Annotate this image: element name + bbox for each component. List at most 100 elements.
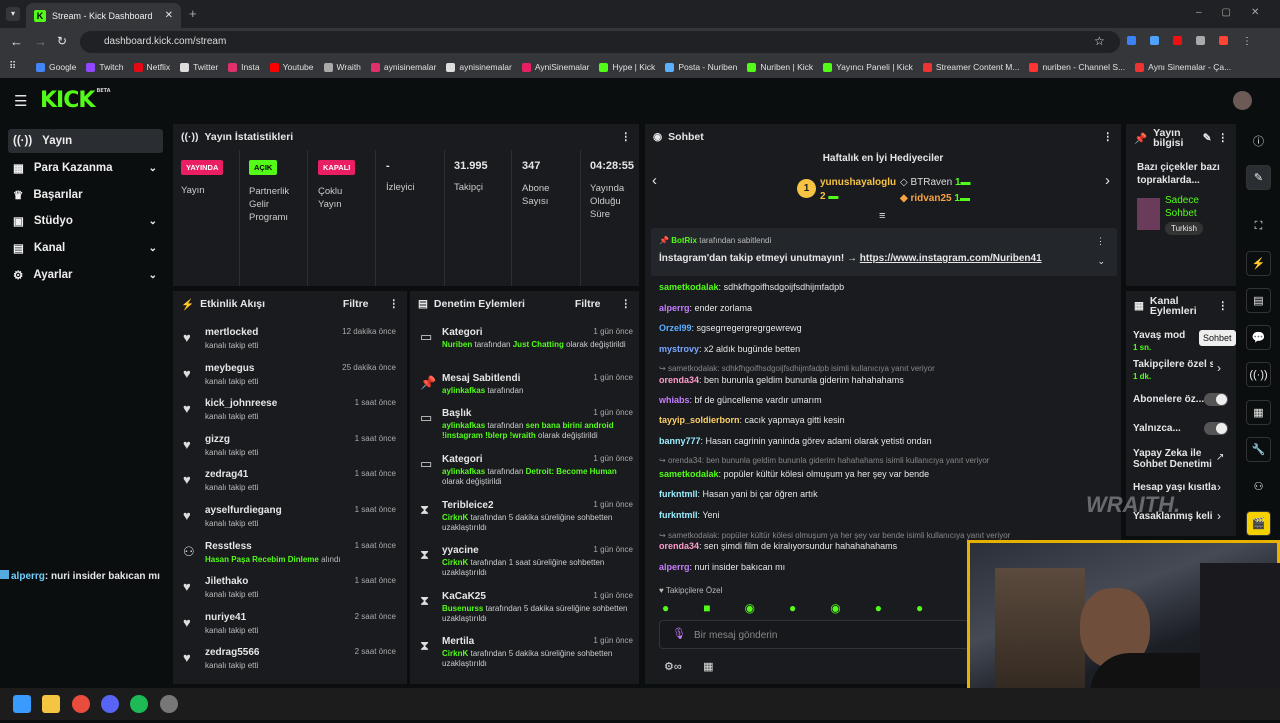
chevron-down-icon[interactable]: ⌄: [1097, 256, 1105, 267]
document-icon[interactable]: ▤: [1246, 288, 1271, 313]
close-tab-icon[interactable]: ✕: [165, 10, 173, 21]
back-icon[interactable]: ←: [10, 34, 23, 49]
sidebar-item-para-kazanma[interactable]: ▦ Para Kazanma ⌄: [8, 156, 163, 180]
clapper-icon[interactable]: 🎬: [1246, 511, 1271, 536]
windows-start-icon[interactable]: [13, 695, 31, 713]
chrome-icon[interactable]: [72, 695, 90, 713]
bookmark-item[interactable]: aynisinemalar: [446, 62, 512, 72]
subscribers-only-mode[interactable]: Abonelere öz...: [1133, 394, 1204, 405]
bookmark-item[interactable]: Twitter: [180, 62, 218, 72]
new-tab-icon[interactable]: +: [189, 6, 197, 21]
kick-logo[interactable]: KICK BETA: [40, 88, 111, 113]
chat-message[interactable]: orenda34: ben bununla geldim bununla gid…: [659, 375, 904, 385]
avatar[interactable]: [1233, 91, 1252, 110]
more-icon[interactable]: ⋮: [389, 298, 400, 310]
chevron-right-icon[interactable]: ›: [1105, 172, 1110, 189]
sidebar-item-yayin[interactable]: ((·)) Yayın: [8, 129, 163, 153]
moderator-icon[interactable]: ⚇: [1246, 474, 1271, 499]
ai-moderation[interactable]: Yapay Zeka ile Sohbet Denetimi: [1133, 448, 1213, 470]
lightning-icon[interactable]: ⚡: [1246, 251, 1271, 276]
chevron-right-icon[interactable]: ›: [1217, 480, 1221, 494]
broadcast-icon[interactable]: ((·)): [1246, 362, 1271, 387]
sidebar-item-basarilar[interactable]: ♛ Başarılar: [8, 183, 163, 207]
bookmark-item[interactable]: Google: [36, 62, 76, 72]
more-icon[interactable]: ⋮: [1096, 236, 1105, 247]
info-icon[interactable]: ⓘ: [1246, 128, 1271, 153]
menu-icon[interactable]: ☰: [14, 92, 27, 110]
bookmark-item[interactable]: Insta: [228, 62, 260, 72]
tab-search-icon[interactable]: ▾: [6, 7, 20, 21]
bookmark-item[interactable]: nuriben - Channel S...: [1029, 62, 1125, 72]
collapse-icon[interactable]: ≡: [879, 210, 885, 222]
more-icon[interactable]: ⋮: [621, 131, 632, 143]
pinned-link[interactable]: https://www.instagram.com/Nuriben41: [860, 253, 1042, 264]
chat-message[interactable]: sametkodalak: popüler kültür kölesi olmu…: [659, 469, 929, 479]
chat-message[interactable]: tayyip_soldierborn: cacık yapmaya gitti …: [659, 415, 845, 425]
more-icon[interactable]: ⋮: [1218, 300, 1229, 312]
forward-icon[interactable]: →: [34, 34, 47, 49]
bookmark-item[interactable]: Youtube: [269, 62, 314, 72]
bookmark-item[interactable]: Aynı Sinemalar - Ça...: [1135, 62, 1231, 72]
edit-icon[interactable]: ✎: [1203, 132, 1212, 144]
window-controls[interactable]: –▢✕: [1196, 7, 1279, 18]
emote-row[interactable]: ● ■ ◉ ● ◉ ● ●: [662, 601, 923, 615]
sidebar-item-ayarlar[interactable]: ⚙ Ayarlar ⌄: [8, 263, 163, 287]
bookmark-item[interactable]: Streamer Content M...: [922, 62, 1019, 72]
chevron-right-icon[interactable]: ›: [1217, 361, 1221, 375]
pin-icon: 📌: [420, 375, 437, 390]
expand-icon[interactable]: ⛶: [1246, 214, 1271, 239]
chat-tools[interactable]: ⚙∞ ▦: [664, 660, 714, 673]
browser-tab[interactable]: K Stream - Kick Dashboard ✕: [26, 3, 181, 28]
reload-icon[interactable]: ↻: [57, 34, 67, 48]
chat-message[interactable]: alperrg: nuri insider bakıcan mı: [659, 562, 785, 572]
chevron-left-icon[interactable]: ‹: [652, 172, 657, 189]
chat-message[interactable]: furkntmll: Yeni: [659, 510, 720, 520]
chat-message[interactable]: alperrg: ender zorlama: [659, 303, 752, 313]
chevron-right-icon[interactable]: ›: [1217, 509, 1221, 523]
chat-message[interactable]: mystrovy: x2 aldık bugünde betten: [659, 344, 800, 354]
emote-only-mode[interactable]: Yalnızca...: [1133, 423, 1181, 434]
url-field[interactable]: dashboard.kick.com/stream: [80, 31, 1120, 53]
microphone-icon[interactable]: 🎙: [672, 627, 686, 640]
chat-icon[interactable]: 💬: [1246, 325, 1271, 350]
bookmark-item[interactable]: Posta - Nuriben: [665, 62, 737, 72]
bookmark-item[interactable]: AyniSinemalar: [521, 62, 589, 72]
wrench-icon[interactable]: 🔧: [1246, 437, 1271, 462]
external-link-icon[interactable]: ↗: [1216, 452, 1224, 463]
chat-message[interactable]: whiabs: bf de güncelleme vardır umarım: [659, 395, 822, 405]
file-explorer-icon[interactable]: [42, 695, 60, 713]
channel-icon[interactable]: ▦: [1246, 400, 1271, 425]
more-icon[interactable]: ⋮: [1218, 132, 1229, 144]
sidebar-item-studyo[interactable]: ▣ Stüdyo ⌄: [8, 209, 163, 233]
chat-message[interactable]: furkntmll: Hasan yani bi çar öğren artık: [659, 489, 818, 499]
bookmark-item[interactable]: aynisinemalar: [370, 62, 436, 72]
sidebar-item-kanal[interactable]: ▤ Kanal ⌄: [8, 236, 163, 260]
apps-icon[interactable]: ⠿: [9, 61, 16, 72]
toggle[interactable]: [1204, 422, 1228, 435]
chat-message[interactable]: orenda34: sen şimdi film de kiralıyorsun…: [659, 541, 897, 551]
slow-mode[interactable]: Yavaş mod 1 sn.: [1133, 330, 1185, 352]
toggle[interactable]: [1204, 393, 1228, 406]
bookmark-item[interactable]: Nuriben | Kick: [747, 62, 813, 72]
chat-message[interactable]: sametkodalak: sdhkfhgoifhsdgoijfsdhijmfa…: [659, 282, 844, 292]
bookmark-item[interactable]: Yayıncı Paneli | Kick: [823, 62, 913, 72]
spotify-icon[interactable]: [130, 695, 148, 713]
steam-icon[interactable]: [160, 695, 178, 713]
chat-message[interactable]: banny777: Hasan cagrinin yaninda görev a…: [659, 436, 932, 446]
bookmark-item[interactable]: Hype | Kick: [599, 62, 655, 72]
edit-icon[interactable]: ✎: [1246, 165, 1271, 190]
filter-button[interactable]: Filtre: [343, 298, 369, 310]
bookmark-item[interactable]: Wraith: [323, 62, 361, 72]
filter-button[interactable]: Filtre: [575, 298, 601, 310]
bookmark-star-icon[interactable]: ☆: [1094, 34, 1105, 48]
discord-icon[interactable]: [101, 695, 119, 713]
bookmark-item[interactable]: Twitch: [86, 62, 124, 72]
more-icon[interactable]: ⋮: [621, 298, 632, 310]
chat-input[interactable]: 🎙 Bir mesaj gönderin: [659, 620, 969, 649]
followers-only-mode[interactable]: Takipçilere özel s1 dk.: [1133, 359, 1213, 381]
more-icon[interactable]: ⋮: [1103, 131, 1114, 143]
tag-badge[interactable]: Turkish: [1165, 222, 1203, 235]
chat-message[interactable]: Orzel99: sgsegrregergregrgewrewg: [659, 323, 802, 333]
bookmark-item[interactable]: Netflix: [133, 62, 170, 72]
extension-icons[interactable]: ⋮: [1127, 36, 1267, 48]
